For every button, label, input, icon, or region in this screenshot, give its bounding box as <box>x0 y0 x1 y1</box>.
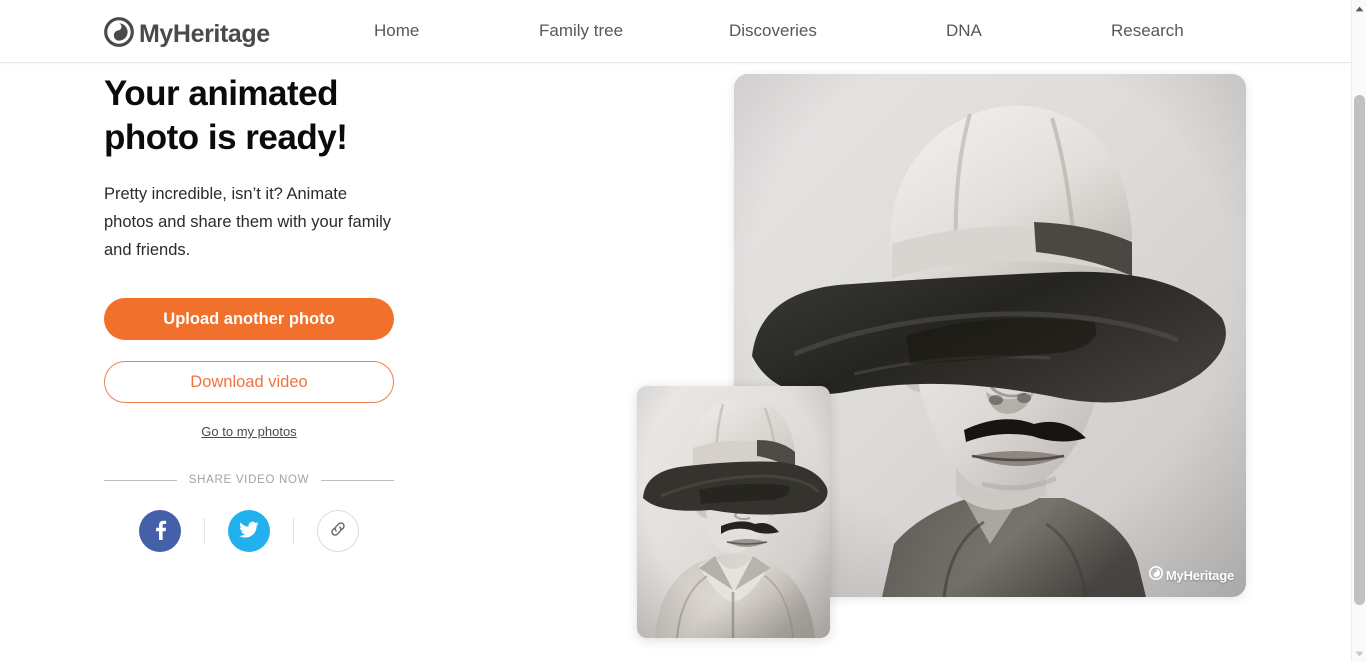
nav-item-home[interactable]: Home <box>374 21 419 41</box>
upload-another-photo-button[interactable]: Upload another photo <box>104 298 394 340</box>
page-title: Your animated photo is ready! <box>104 74 348 157</box>
nav-item-dna[interactable]: DNA <box>946 21 982 41</box>
scroll-up-arrow-icon[interactable] <box>1352 0 1366 17</box>
share-copy-link-button[interactable] <box>317 510 359 552</box>
photo-stage: MyHeritage <box>600 63 1300 662</box>
nav-item-family-tree[interactable]: Family tree <box>539 21 623 41</box>
goto-photos-row: Go to my photos <box>104 423 394 441</box>
page-subtitle: Pretty incredible, isn’t it? Animate pho… <box>104 185 392 259</box>
link-chain-icon <box>328 519 348 544</box>
scrollbar-thumb[interactable] <box>1354 95 1365 605</box>
nav-item-research[interactable]: Research <box>1111 21 1184 41</box>
twitter-icon <box>237 517 261 546</box>
original-photo-thumbnail[interactable] <box>637 386 830 638</box>
scroll-down-arrow-icon[interactable] <box>1352 645 1366 662</box>
nav-item-discoveries[interactable]: Discoveries <box>729 21 817 41</box>
divider-line-right <box>321 479 394 481</box>
share-separator-1 <box>204 518 205 544</box>
content-left-column: Your animated photo is ready! Pretty inc… <box>104 63 434 552</box>
myheritage-logo[interactable]: MyHeritage <box>104 17 270 52</box>
share-facebook-button[interactable] <box>139 510 181 552</box>
myheritage-logo-icon <box>104 17 134 52</box>
facebook-icon <box>149 518 171 545</box>
share-video-now-label: SHARE VIDEO NOW <box>188 474 310 486</box>
divider-line-left <box>104 479 177 481</box>
myheritage-logo-text: MyHeritage <box>139 20 270 48</box>
share-separator-2 <box>293 518 294 544</box>
download-video-button[interactable]: Download video <box>104 361 394 403</box>
site-header: MyHeritage Home Family tree Discoveries … <box>0 0 1351 63</box>
browser-viewport: MyHeritage Home Family tree Discoveries … <box>0 0 1351 662</box>
browser-scrollbar[interactable] <box>1351 0 1366 662</box>
share-buttons-row <box>104 510 394 552</box>
share-video-divider: SHARE VIDEO NOW <box>104 474 394 486</box>
go-to-my-photos-link[interactable]: Go to my photos <box>201 424 296 439</box>
page-root: MyHeritage Home Family tree Discoveries … <box>0 0 1366 662</box>
share-twitter-button[interactable] <box>228 510 270 552</box>
